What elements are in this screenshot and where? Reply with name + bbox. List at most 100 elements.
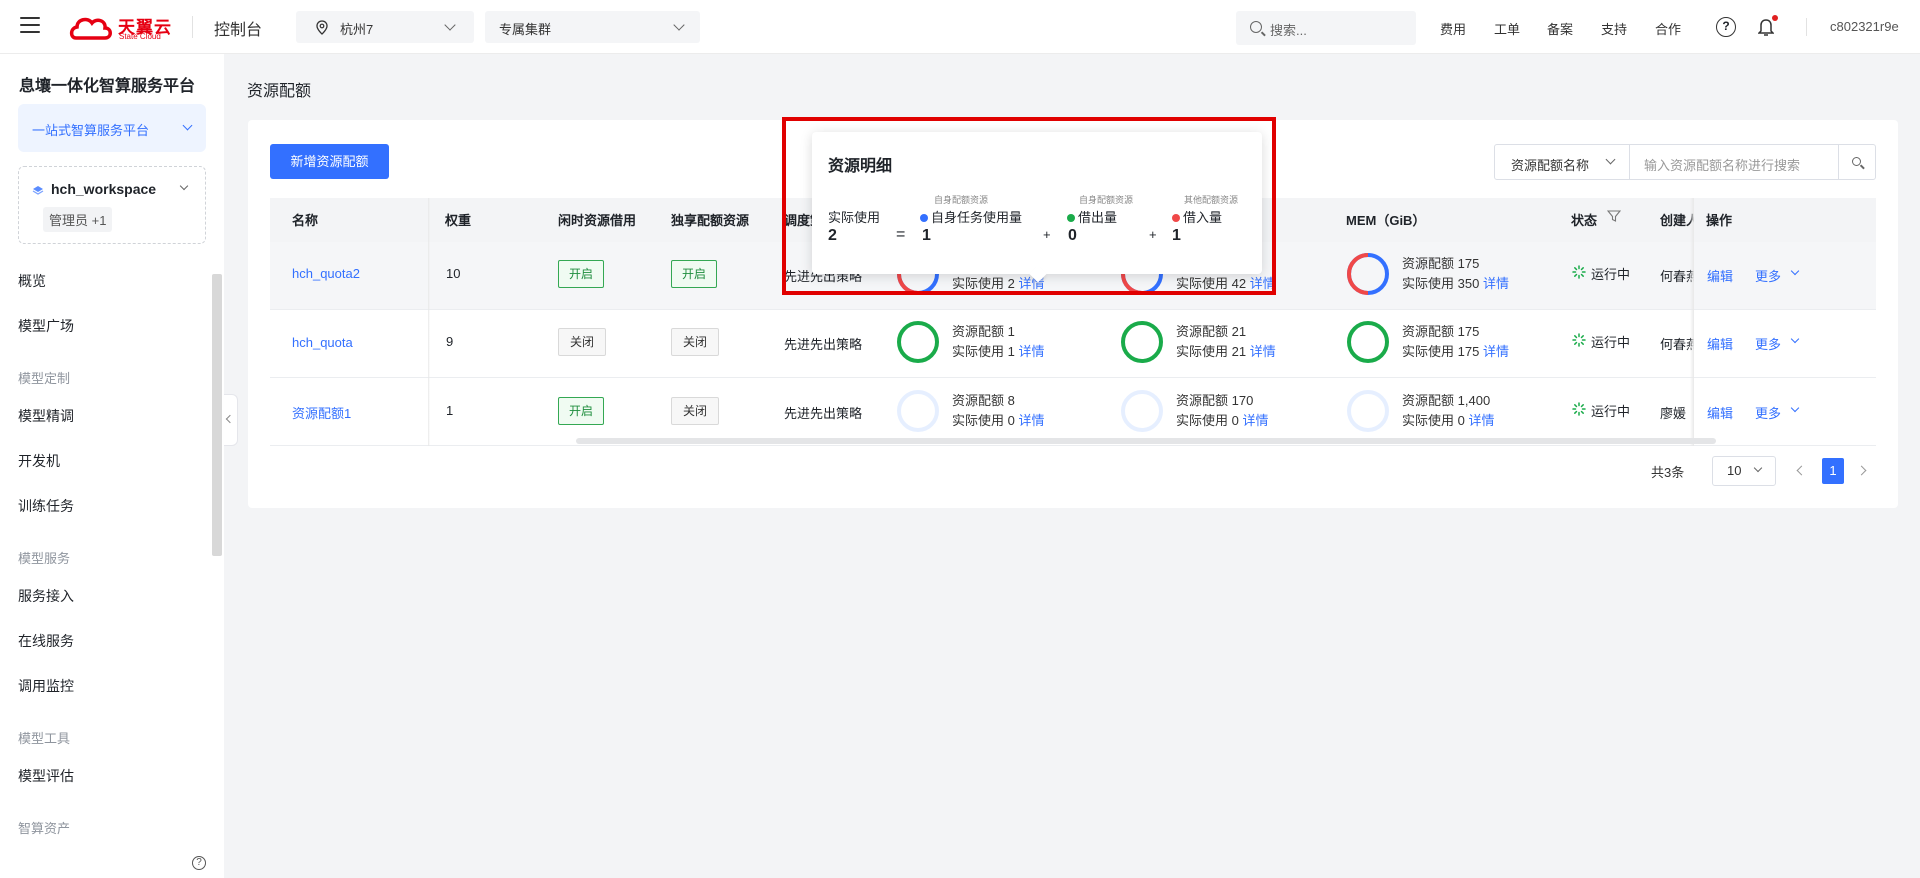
sidebar-item-model-square[interactable]: 模型广场 <box>18 316 74 336</box>
user-account[interactable]: c802321r9e <box>1830 19 1899 34</box>
sidebar-item-online-service[interactable]: 在线服务 <box>18 631 74 651</box>
filter-field-value: 资源配额名称 <box>1511 158 1590 173</box>
quota-name-link[interactable]: hch_quota <box>292 335 353 350</box>
detail-link[interactable]: 详情 <box>1019 344 1045 359</box>
usage-text: 资源配额 175 实际使用 350 详情 <box>1402 254 1509 294</box>
sidebar-item-training[interactable]: 训练任务 <box>18 496 74 516</box>
quota-weight: 1 <box>446 403 454 418</box>
quota-name-link[interactable]: 资源配额1 <box>292 403 351 422</box>
detail-link[interactable]: 详情 <box>1250 344 1276 359</box>
help-icon[interactable]: ? <box>1716 17 1736 37</box>
cluster-select[interactable]: 专属集群 <box>485 11 700 43</box>
workspace-card[interactable]: hch_workspace 管理员 +1 <box>18 166 206 244</box>
sidebar: 息壤一体化智算服务平台 一站式智算服务平台 hch_workspace 管理员 … <box>0 54 224 878</box>
quota-search-input[interactable]: 输入资源配额名称进行搜索 <box>1629 144 1839 180</box>
usage-text: 资源配额 1,400 实际使用 0 详情 <box>1402 391 1495 431</box>
exclusive-status: 关闭 <box>671 328 719 356</box>
chevron-down-icon <box>182 120 193 131</box>
sidebar-item-overview[interactable]: 概览 <box>18 271 46 291</box>
used-label: 实际使用 <box>1176 344 1229 359</box>
more-link[interactable]: 更多 <box>1755 334 1781 353</box>
col-actions: 操作 <box>1706 213 1733 228</box>
quota-search-button[interactable] <box>1838 144 1876 180</box>
page-size-select[interactable]: 10 <box>1712 456 1776 486</box>
status-text: 运行中 <box>1591 335 1631 350</box>
col-creator: 创建人 <box>1660 213 1694 228</box>
menu-icon[interactable] <box>20 17 40 33</box>
global-search[interactable]: 搜索... <box>1236 11 1416 45</box>
sidebar-collapse-toggle[interactable] <box>224 394 238 446</box>
col-idle-borrow: 闲时资源借用 <box>558 213 637 228</box>
nav-tickets[interactable]: 工单 <box>1494 19 1520 38</box>
more-link[interactable]: 更多 <box>1755 266 1781 285</box>
sidebar-group-assets: 智算资产 <box>18 821 71 836</box>
chevron-down-icon <box>179 181 189 191</box>
creator: 何春燕 <box>1660 269 1694 284</box>
usage-ring <box>1121 321 1163 363</box>
edit-link[interactable]: 编辑 <box>1707 334 1733 353</box>
platform-select[interactable]: 一站式智算服务平台 <box>18 104 206 152</box>
detail-link[interactable]: 详情 <box>1483 276 1509 291</box>
creator: 何春燕 <box>1660 337 1694 352</box>
used-label: 实际使用 <box>1402 413 1455 428</box>
col-status: 状态 <box>1571 213 1598 228</box>
quota-label: 资源配额 <box>952 324 1005 339</box>
nav-partner[interactable]: 合作 <box>1655 19 1681 38</box>
help-icon[interactable]: ? <box>192 856 206 870</box>
quota-label: 资源配额 <box>1402 393 1455 408</box>
top-bar <box>0 0 1920 54</box>
page-size-value: 10 <box>1727 463 1742 478</box>
sidebar-item-finetune[interactable]: 模型精调 <box>18 406 74 426</box>
nav-support[interactable]: 支持 <box>1601 19 1627 38</box>
quota-value: 1 <box>1007 324 1015 339</box>
detail-link[interactable]: 详情 <box>1243 413 1269 428</box>
add-quota-button[interactable]: 新增资源配额 <box>270 144 389 179</box>
bell-icon[interactable] <box>1758 17 1774 37</box>
quota-name-link[interactable]: hch_quota2 <box>292 266 360 281</box>
usage-text: 资源配额 1 实际使用 1 详情 <box>952 322 1045 362</box>
chevron-down-icon <box>444 19 456 31</box>
quota-weight: 10 <box>446 266 461 281</box>
quota-label: 资源配额 <box>1402 256 1455 271</box>
quota-value: 8 <box>1007 393 1015 408</box>
sidebar-item-service-access[interactable]: 服务接入 <box>18 586 74 606</box>
status-text: 运行中 <box>1591 267 1631 282</box>
running-icon <box>1572 265 1586 279</box>
quota-label: 资源配额 <box>952 393 1005 408</box>
region-value: 杭州7 <box>340 22 374 37</box>
quota-value: 170 <box>1231 393 1254 408</box>
page-1-button[interactable]: 1 <box>1822 458 1844 484</box>
filter-field-select[interactable]: 资源配额名称 <box>1494 144 1630 180</box>
quota-label: 资源配额 <box>1176 393 1229 408</box>
used-value: 21 <box>1231 344 1247 359</box>
edit-link[interactable]: 编辑 <box>1707 403 1733 422</box>
sidebar-item-devbox[interactable]: 开发机 <box>18 451 60 471</box>
detail-link[interactable]: 详情 <box>1019 413 1045 428</box>
nav-billing[interactable]: 费用 <box>1440 19 1466 38</box>
used-label: 实际使用 <box>952 413 1005 428</box>
detail-link[interactable]: 详情 <box>1469 413 1495 428</box>
quota-value: 1,400 <box>1457 393 1491 408</box>
usage-text: 资源配额 175 实际使用 175 详情 <box>1402 322 1509 362</box>
used-label: 实际使用 <box>1176 413 1229 428</box>
running-icon <box>1572 333 1586 347</box>
chevron-left-icon <box>225 414 235 424</box>
sidebar-item-model-eval[interactable]: 模型评估 <box>18 766 74 786</box>
detail-link[interactable]: 详情 <box>1483 344 1509 359</box>
table-row <box>270 310 1876 378</box>
table-horizontal-scrollbar[interactable] <box>576 438 1716 444</box>
used-value: 0 <box>1231 413 1239 428</box>
quota-weight: 9 <box>446 334 454 349</box>
more-link[interactable]: 更多 <box>1755 403 1781 422</box>
filter-icon[interactable] <box>1607 209 1621 223</box>
fixed-column-shadow <box>428 198 430 446</box>
usage-ring <box>1347 321 1389 363</box>
sidebar-scrollbar[interactable] <box>212 274 222 556</box>
page-title: 资源配额 <box>247 83 312 100</box>
sidebar-item-call-monitor[interactable]: 调用监控 <box>18 676 74 696</box>
edit-link[interactable]: 编辑 <box>1707 266 1733 285</box>
usage-ring <box>1347 390 1389 432</box>
console-title[interactable]: 控制台 <box>214 16 262 40</box>
nav-filing[interactable]: 备案 <box>1547 19 1573 38</box>
region-select[interactable]: 杭州7 <box>296 11 474 43</box>
